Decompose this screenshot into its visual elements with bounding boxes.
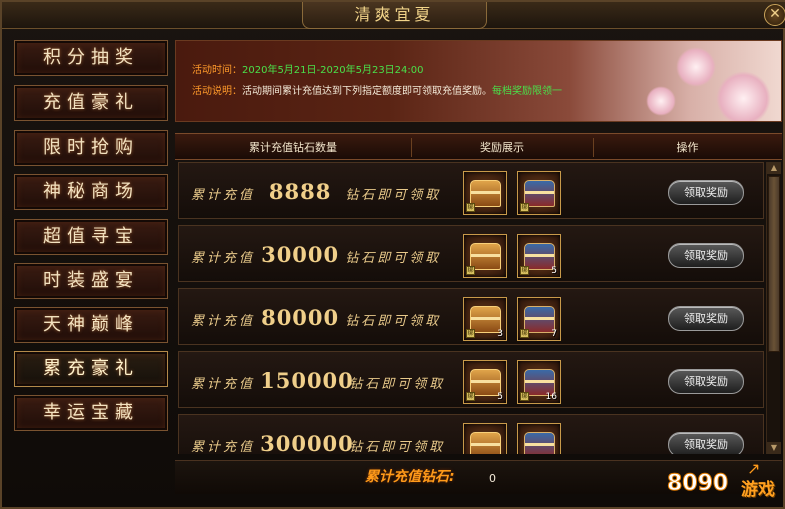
row-suffix: 钻石即可领取 [349, 377, 446, 392]
reward-item-gold-chest[interactable]: 绑 12 [463, 423, 507, 454]
blossom-decoration [676, 47, 716, 87]
sidebar-item-cumulative-recharge[interactable]: 累充豪礼 [14, 351, 168, 387]
claim-reward-button[interactable]: 领取奖励 [668, 369, 744, 394]
reward-item-blue-chest[interactable]: 绑 16 [517, 360, 561, 404]
bound-badge-icon: 绑 [466, 203, 475, 212]
row-amount: 300000 [260, 431, 354, 454]
watermark-text: 游戏 [741, 480, 775, 500]
row-prefix: 累计充值 [191, 440, 256, 454]
row-suffix: 钻石即可领取 [345, 314, 442, 329]
bound-badge-icon: 绑 [520, 392, 529, 401]
blue-chest-icon [524, 432, 555, 454]
column-header-amount: 累计充值钻石数量 [249, 141, 337, 154]
scroll-down-icon[interactable]: ▼ [767, 442, 781, 454]
sidebar-item-points-lottery[interactable]: 积分抽奖 [14, 40, 168, 76]
bound-badge-icon: 绑 [466, 392, 475, 401]
item-count: 16 [545, 392, 557, 402]
row-suffix: 钻石即可领取 [345, 251, 442, 266]
reward-item-blue-chest[interactable]: 绑 5 [517, 234, 561, 278]
table-row: 累计充值 30000 钻石即可领取 绑 绑 5 领取奖励 [178, 225, 764, 282]
claim-reward-button[interactable]: 领取奖励 [668, 306, 744, 331]
row-requirement: 累计充值 8888 钻石即可领取 [191, 163, 441, 220]
sidebar-item-mystery-shop[interactable]: 神秘商场 [14, 174, 168, 210]
row-amount: 8888 [268, 179, 332, 204]
sidebar-item-treasure-hunt[interactable]: 超值寻宝 [14, 219, 168, 255]
sidebar-item-fashion-feast[interactable]: 时装盛宴 [14, 263, 168, 299]
sidebar-item-recharge-gift[interactable]: 充值豪礼 [14, 85, 168, 121]
total-recharge-label: 累计充值钻石: [365, 469, 455, 485]
event-desc-label: 活动说明： [192, 86, 242, 97]
sidebar-item-flash-sale[interactable]: 限时抢购 [14, 130, 168, 166]
bound-badge-icon: 绑 [520, 203, 529, 212]
scrollbar[interactable]: ▲ ▼ [766, 162, 781, 454]
gold-chest-icon [470, 432, 501, 454]
window-title: 清爽宜夏 [302, 2, 487, 29]
bound-badge-icon: 绑 [520, 266, 529, 275]
event-banner: 活动时间：2020年5月21日-2020年5月23日24:00 活动说明：活动期… [175, 40, 782, 122]
blossom-decoration [716, 71, 771, 121]
reward-item-gold-chest[interactable]: 绑 5 [463, 360, 507, 404]
row-suffix: 钻石即可领取 [345, 188, 442, 203]
claim-reward-button[interactable]: 领取奖励 [668, 243, 744, 268]
item-count: 5 [551, 266, 557, 276]
scroll-up-icon[interactable]: ▲ [767, 162, 781, 174]
sidebar: 积分抽奖 充值豪礼 限时抢购 神秘商场 超值寻宝 时装盛宴 天神巅峰 累充豪礼 … [8, 40, 168, 435]
table-row: 累计充值 80000 钻石即可领取 绑 3 绑 7 领取奖励 [178, 288, 764, 345]
bound-badge-icon: 绑 [466, 329, 475, 338]
event-time-label: 活动时间： [192, 65, 242, 76]
reward-item-blue-chest[interactable]: 绑 24 [517, 423, 561, 454]
sidebar-item-lucky-treasure[interactable]: 幸运宝藏 [14, 395, 168, 431]
row-amount: 80000 [261, 305, 340, 330]
event-time: 活动时间：2020年5月21日-2020年5月23日24:00 [192, 61, 424, 76]
claim-reward-button[interactable]: 领取奖励 [668, 432, 744, 454]
bound-badge-icon: 绑 [520, 329, 529, 338]
item-count: 7 [551, 329, 557, 339]
row-suffix: 钻石即可领取 [349, 440, 446, 454]
scroll-thumb[interactable] [768, 176, 780, 352]
row-requirement: 累计充值 30000 钻石即可领取 [191, 226, 441, 283]
table-row: 累计充值 150000 钻石即可领取 绑 5 绑 16 领取奖励 [178, 351, 764, 408]
row-requirement: 累计充值 300000 钻石即可领取 [191, 415, 445, 454]
reward-item-blue-chest[interactable]: 绑 [517, 171, 561, 215]
row-requirement: 累计充值 150000 钻石即可领取 [191, 352, 445, 409]
close-icon[interactable]: ✕ [764, 4, 785, 26]
reward-item-gold-chest[interactable]: 绑 [463, 234, 507, 278]
total-recharge-value: 0 [489, 472, 496, 485]
title-bar: 清爽宜夏 ✕ [2, 2, 785, 29]
row-prefix: 累计充值 [191, 251, 256, 266]
blossom-decoration [646, 86, 676, 116]
row-prefix: 累计充值 [191, 314, 256, 329]
sidebar-item-god-peak[interactable]: 天神巅峰 [14, 307, 168, 343]
reward-item-gold-chest[interactable]: 绑 3 [463, 297, 507, 341]
table-row: 累计充值 8888 钻石即可领取 绑 绑 领取奖励 [178, 162, 764, 219]
row-prefix: 累计充值 [191, 188, 256, 203]
row-requirement: 累计充值 80000 钻石即可领取 [191, 289, 441, 346]
column-header-rewards: 奖励展示 [480, 141, 524, 154]
event-desc-highlight: 每档奖励限领一 [492, 86, 562, 97]
item-count: 3 [497, 329, 503, 339]
event-description: 活动说明：活动期间累计充值达到下列指定额度即可领取充值奖励。每档奖励限领一 [192, 82, 562, 97]
event-time-value: 2020年5月21日-2020年5月23日24:00 [242, 65, 424, 76]
reward-list: 累计充值 8888 钻石即可领取 绑 绑 领取奖励 累计充值 30000 钻石即… [178, 162, 764, 454]
table-header: 累计充值钻石数量 奖励展示 操作 [175, 133, 782, 160]
row-prefix: 累计充值 [191, 377, 256, 392]
site-watermark-logo: ↗ 8090 游戏 [666, 457, 785, 507]
watermark-number: 8090 [666, 471, 729, 497]
item-count: 5 [497, 392, 503, 402]
event-desc-value: 活动期间累计充值达到下列指定额度即可领取充值奖励。 [242, 86, 492, 97]
bound-badge-icon: 绑 [466, 266, 475, 275]
reward-item-blue-chest[interactable]: 绑 7 [517, 297, 561, 341]
column-header-action: 操作 [676, 141, 699, 154]
table-row: 累计充值 300000 钻石即可领取 绑 12 绑 24 领取奖励 [178, 414, 764, 454]
row-amount: 150000 [260, 368, 354, 393]
activity-window: 清爽宜夏 ✕ 积分抽奖 充值豪礼 限时抢购 神秘商场 超值寻宝 时装盛宴 天神巅… [0, 0, 785, 509]
claim-reward-button[interactable]: 领取奖励 [668, 180, 744, 205]
reward-item-gold-chest[interactable]: 绑 [463, 171, 507, 215]
row-amount: 30000 [261, 242, 340, 267]
